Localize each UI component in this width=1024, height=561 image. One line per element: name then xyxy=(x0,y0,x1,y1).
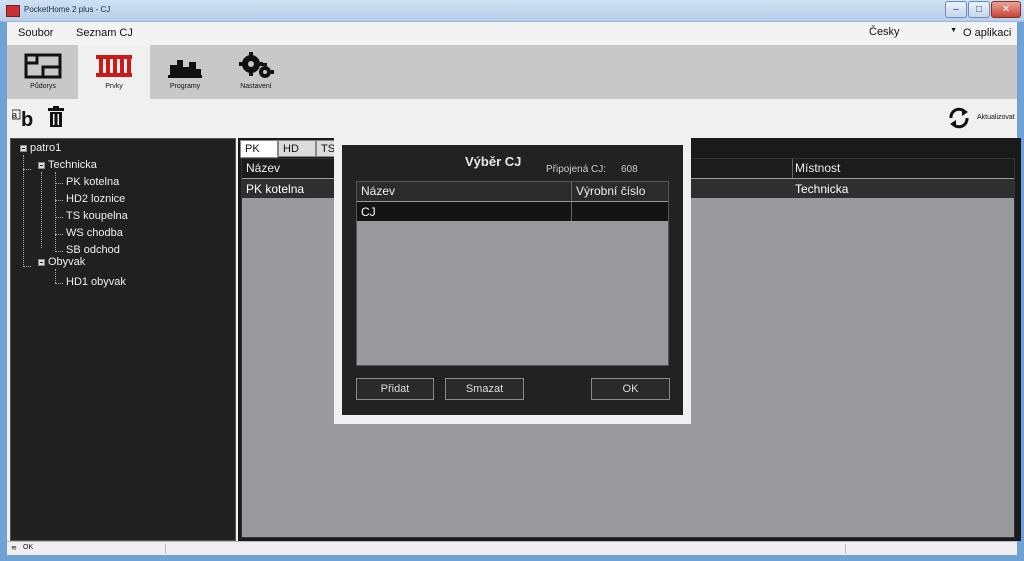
language-value: Česky xyxy=(869,26,900,38)
connected-value: 608 xyxy=(621,164,638,175)
minimize-button[interactable]: – xyxy=(945,1,967,18)
status-bar: ≋ OK xyxy=(7,541,1017,555)
tab-settings-label: Nastavení xyxy=(240,83,272,90)
rename-icon: a b xyxy=(11,109,33,131)
cj-grid[interactable]: Název Výrobní číslo CJ xyxy=(356,181,669,366)
tab-pk[interactable]: PK xyxy=(240,140,278,158)
tree-node-room[interactable]: Technicka xyxy=(48,159,97,171)
cell-name: PK kotelna xyxy=(246,182,305,196)
tree-node-device[interactable]: HD2 loznice xyxy=(66,193,125,205)
refresh-icon xyxy=(949,107,969,129)
status-text: OK xyxy=(23,544,34,551)
refresh-button[interactable] xyxy=(947,107,971,134)
dialog-body: Výběr CJ Připojená CJ: 608 Název Výrobní… xyxy=(342,145,683,415)
app-logo-icon xyxy=(6,5,20,17)
floorplan-icon xyxy=(24,53,62,79)
tab-elements[interactable]: Prvky xyxy=(78,45,150,99)
tree-node-device[interactable]: HD1 obyvak xyxy=(66,276,126,288)
language-select[interactable]: Česky ▼ xyxy=(869,26,959,42)
column-name[interactable]: Název xyxy=(246,161,280,175)
ok-button[interactable]: OK xyxy=(591,378,670,400)
menu-bar: Soubor Seznam CJ Česky ▼ O aplikaci xyxy=(7,22,1017,45)
tree-node-device[interactable]: TS koupelna xyxy=(66,210,128,222)
menu-about[interactable]: O aplikaci xyxy=(963,27,1011,39)
maximize-button[interactable]: □ xyxy=(968,1,990,18)
delete-cj-button[interactable]: Smazat xyxy=(445,378,524,400)
connected-label: Připojená CJ: xyxy=(546,164,607,175)
svg-text:b: b xyxy=(21,109,33,128)
title-bar: PocketHome 2 plus - CJ – □ ✕ xyxy=(0,0,1024,22)
tree-node-device[interactable]: SB odchod xyxy=(66,244,120,256)
tab-floorplan[interactable]: Půdorys xyxy=(7,45,79,99)
tree-node-floor[interactable]: patro1 xyxy=(30,142,61,154)
tree-node-room[interactable]: Obyvak xyxy=(48,256,85,268)
tree-node-device[interactable]: WS chodba xyxy=(66,227,123,239)
tab-floorplan-label: Půdorys xyxy=(30,83,56,90)
column-serial[interactable]: Výrobní číslo xyxy=(576,184,645,198)
close-button[interactable]: ✕ xyxy=(991,1,1021,18)
cj-select-dialog: Výběr CJ Připojená CJ: 608 Název Výrobní… xyxy=(334,137,691,424)
add-button[interactable]: Přidat xyxy=(356,378,434,400)
ribbon-tabs: Půdorys Prvky Programy Nastavení xyxy=(7,45,1017,99)
column-room[interactable]: Místnost xyxy=(795,161,840,175)
tab-settings[interactable]: Nastavení xyxy=(220,45,292,99)
radiator-icon xyxy=(96,55,132,77)
programs-icon xyxy=(168,60,202,78)
expander-patro1[interactable] xyxy=(20,145,27,152)
chevron-down-icon: ▼ xyxy=(950,27,957,34)
delete-button[interactable] xyxy=(47,106,65,133)
rename-button[interactable]: a b xyxy=(11,106,34,133)
window-title: PocketHome 2 plus - CJ xyxy=(24,5,111,14)
tab-hd[interactable]: HD xyxy=(278,140,316,157)
tree-node-device[interactable]: PK kotelna xyxy=(66,176,119,188)
tab-programs-label: Programy xyxy=(169,83,201,90)
cell-room: Technicka xyxy=(795,182,849,196)
expander-obyvak[interactable] xyxy=(38,259,45,266)
menu-cj-list[interactable]: Seznam CJ xyxy=(76,27,133,39)
toolbar: a b Aktualizovat xyxy=(7,99,1017,137)
dialog-title: Výběr CJ xyxy=(465,154,522,169)
svg-text:a: a xyxy=(12,110,17,120)
trash-icon xyxy=(48,106,64,127)
menu-file[interactable]: Soubor xyxy=(18,27,53,39)
status-icon: ≋ xyxy=(11,545,17,552)
gears-icon xyxy=(239,52,274,78)
refresh-label: Aktualizovat xyxy=(977,114,1015,121)
location-tree[interactable]: patro1 Technicka Obyvak PK kotelna HD2 l… xyxy=(10,138,236,541)
cj-grid-header: Název Výrobní číslo xyxy=(357,182,668,201)
expander-technicka[interactable] xyxy=(38,162,45,169)
cell-name: CJ xyxy=(361,205,376,219)
tab-programs[interactable]: Programy xyxy=(149,45,221,99)
table-row[interactable]: CJ xyxy=(357,202,668,221)
column-name[interactable]: Název xyxy=(361,184,395,198)
tab-elements-label: Prvky xyxy=(105,83,123,90)
